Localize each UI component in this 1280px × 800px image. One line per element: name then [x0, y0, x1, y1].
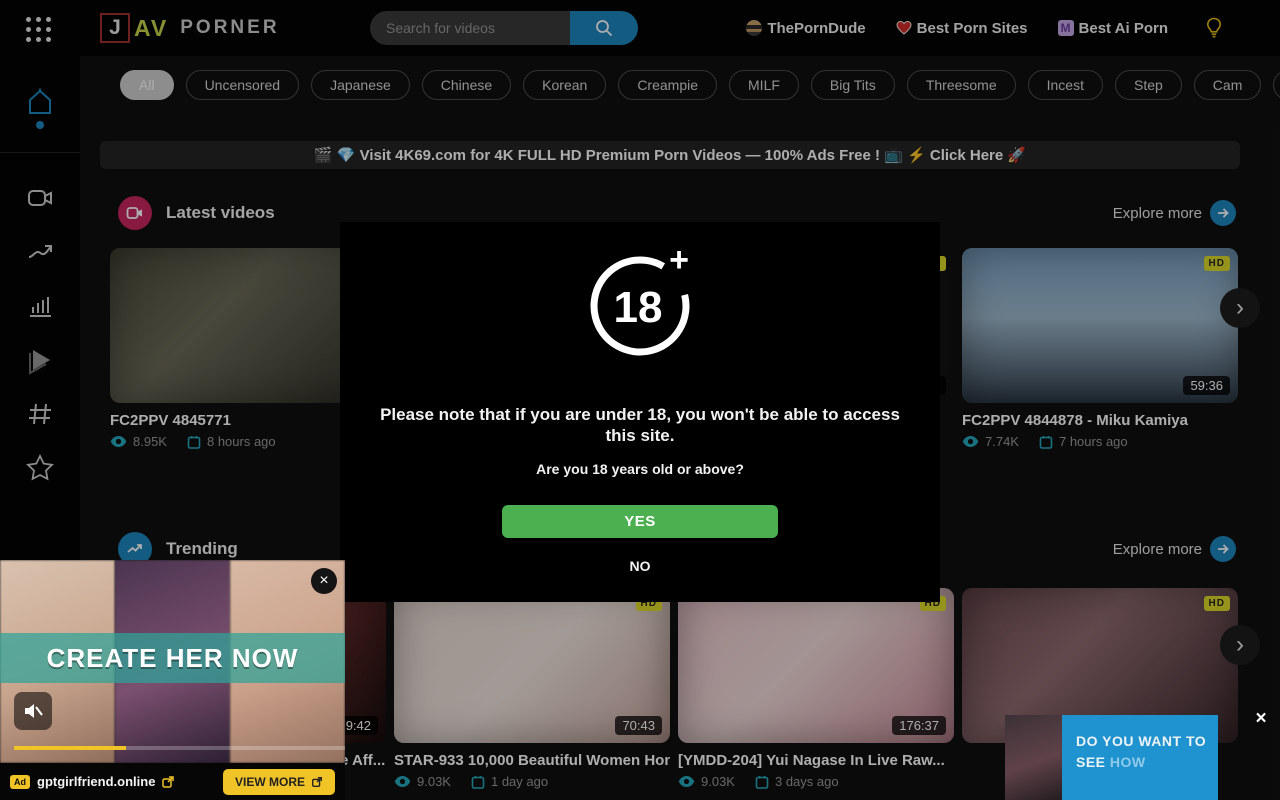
ad-thumbnail-placeholder [1005, 715, 1062, 800]
age-18-plus-icon: 18 + [580, 244, 700, 364]
svg-text:18: 18 [614, 283, 663, 332]
ad-text-faded: HOW [1110, 754, 1146, 770]
app-root: J AV PORNER ThePornDude Best Porn Sites … [0, 0, 1280, 800]
ad-video-placeholder: CREATE HER NOW × [0, 560, 345, 763]
bottom-right-ad[interactable]: DO YOU WANT TO SEE HOW [1005, 715, 1218, 800]
age-warning-text: Please note that if you are under 18, yo… [374, 404, 906, 447]
ad-banner-text: CREATE HER NOW [47, 643, 299, 674]
ad-text-line1: DO YOU WANT TO [1076, 733, 1206, 749]
ad-progress-fill [14, 746, 126, 750]
view-more-label: VIEW MORE [235, 775, 305, 789]
ad-label-badge: Ad [10, 775, 30, 789]
age-verification-modal: 18 + Please note that if you are under 1… [340, 222, 940, 602]
ad-text-line2: SEE [1076, 754, 1106, 770]
yes-button[interactable]: YES [502, 505, 778, 538]
ad-info-bar: Ad gptgirlfriend.online VIEW MORE [0, 763, 345, 800]
no-button[interactable]: NO [630, 558, 651, 574]
ad-close-button[interactable]: × [311, 568, 337, 594]
view-more-button[interactable]: VIEW MORE [223, 769, 335, 795]
external-link-icon [311, 776, 323, 788]
ad-banner-band: CREATE HER NOW [0, 633, 345, 683]
ad-close-button[interactable]: × [1248, 706, 1274, 732]
ad-progress-bar[interactable] [14, 746, 345, 750]
age-question-text: Are you 18 years old or above? [340, 461, 940, 477]
mute-button[interactable] [14, 692, 52, 730]
svg-text:+: + [669, 244, 689, 279]
ad-text: DO YOU WANT TO SEE HOW [1062, 715, 1216, 800]
video-ad[interactable]: CREATE HER NOW × Ad gptgirlfriend.online… [0, 560, 345, 800]
external-link-icon [161, 775, 175, 789]
muted-speaker-icon [22, 700, 44, 722]
ad-domain-link[interactable]: gptgirlfriend.online [37, 774, 155, 789]
